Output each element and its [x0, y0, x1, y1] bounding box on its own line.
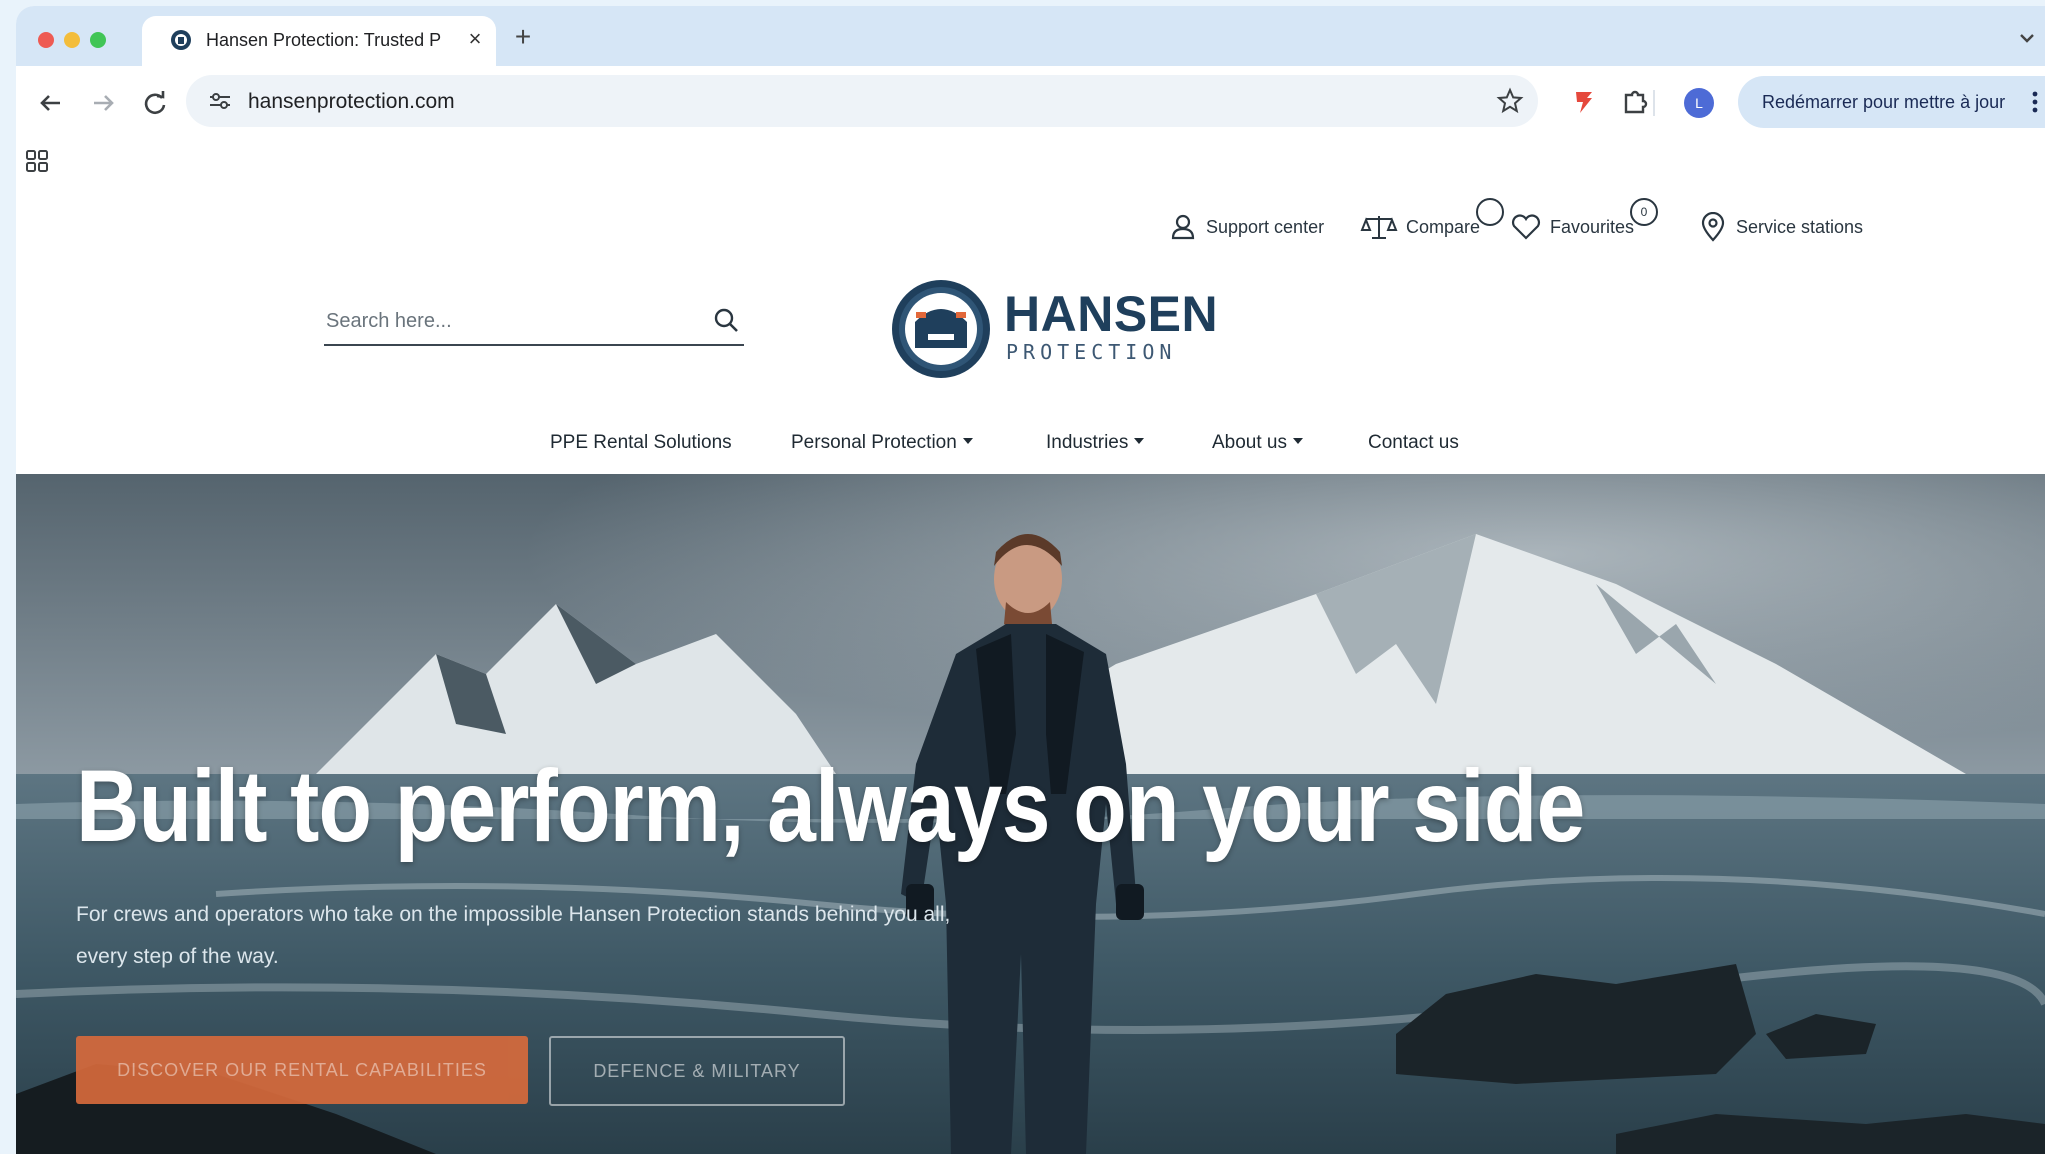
compare-label: Compare	[1406, 216, 1481, 237]
bookmarks-bar	[16, 138, 2045, 187]
back-arrow-icon[interactable]	[34, 86, 68, 120]
site-settings-icon[interactable]	[208, 91, 232, 111]
nav-about-us[interactable]: About us	[1212, 432, 1303, 454]
browser-window: Hansen Protection: Trusted P × + hansenp…	[16, 6, 2045, 1154]
service-stations-link[interactable]: Service stations	[1698, 212, 1863, 242]
reload-icon[interactable]	[138, 86, 172, 120]
browser-tab-active[interactable]: Hansen Protection: Trusted P ×	[142, 16, 496, 66]
hero-title: Built to perform, always on your side	[76, 749, 1585, 863]
compare-scale-icon	[1360, 216, 1398, 239]
tab-title: Hansen Protection: Trusted P	[206, 30, 442, 50]
chevron-down-icon	[962, 438, 973, 444]
search-icon[interactable]	[712, 306, 740, 334]
close-window-button[interactable]	[38, 32, 54, 48]
support-center-label: Support center	[1206, 216, 1325, 237]
toolbar-separator	[1653, 90, 1655, 116]
nav-ppe-rental[interactable]: PPE Rental Solutions	[550, 432, 732, 454]
browser-menu-icon[interactable]	[2031, 90, 2039, 114]
service-stations-label: Service stations	[1736, 216, 1864, 237]
forward-arrow-icon[interactable]	[86, 86, 120, 120]
defence-military-button[interactable]: Defence & military	[549, 1036, 845, 1106]
site-search	[324, 300, 744, 346]
nav-industries-label: Industries	[1046, 432, 1129, 453]
url-text: hansenprotection.com	[248, 90, 455, 113]
minimize-window-button[interactable]	[64, 32, 80, 48]
favourites-link[interactable]: Favourites	[1510, 212, 1634, 242]
location-pin-icon	[1701, 212, 1725, 242]
favourites-count-badge: 0	[1630, 198, 1658, 226]
extension-pin-icon[interactable]	[1568, 86, 1600, 118]
tab-close-icon[interactable]: ×	[460, 24, 490, 54]
chevron-down-icon	[1293, 438, 1303, 444]
tab-search-chevron-icon[interactable]	[2015, 26, 2039, 50]
browser-toolbar: hansenprotection.com L Redémarrer pour m…	[16, 66, 2045, 138]
compare-count-badge	[1476, 198, 1504, 226]
new-tab-button[interactable]: +	[506, 20, 540, 54]
bookmark-star-icon[interactable]	[1496, 87, 1524, 115]
compare-link[interactable]: Compare	[1360, 212, 1480, 242]
logo-wordmark: HANSEN	[1004, 286, 1219, 342]
tab-strip: Hansen Protection: Trusted P × +	[16, 6, 2045, 66]
discover-rental-button[interactable]: Discover our rental capabilities	[76, 1036, 528, 1104]
chevron-down-icon	[1134, 438, 1145, 444]
search-input[interactable]	[324, 304, 688, 338]
website: Support center Compare Favourites 0 Serv…	[16, 186, 2045, 1154]
profile-avatar[interactable]: L	[1684, 88, 1714, 118]
nav-personal-protection[interactable]: Personal Protection	[791, 432, 973, 454]
nav-contact-us[interactable]: Contact us	[1368, 432, 1459, 454]
hero-banner: Built to perform, always on your side Fo…	[16, 474, 2045, 1154]
hero-subtitle: For crews and operators who take on the …	[76, 903, 951, 968]
address-bar[interactable]: hansenprotection.com	[186, 75, 1538, 127]
support-user-icon	[1171, 214, 1195, 240]
logo-subtitle: PROTECTION	[1006, 340, 1177, 364]
relaunch-update-button[interactable]: Redémarrer pour mettre à jour	[1738, 76, 2045, 128]
extensions-puzzle-icon[interactable]	[1619, 86, 1651, 118]
support-center-link[interactable]: Support center	[1168, 212, 1324, 242]
nav-personal-protection-label: Personal Protection	[791, 432, 957, 453]
nav-about-us-label: About us	[1212, 432, 1287, 453]
nav-industries[interactable]: Industries	[1046, 432, 1145, 454]
heart-icon	[1511, 214, 1541, 240]
maximize-window-button[interactable]	[90, 32, 106, 48]
relaunch-update-label: Redémarrer pour mettre à jour	[1762, 92, 2006, 112]
main-navigation: PPE Rental Solutions Personal Protection…	[16, 414, 2045, 474]
site-favicon-icon	[171, 30, 191, 50]
hansen-emblem-icon	[892, 280, 990, 378]
apps-grid-icon[interactable]	[24, 148, 50, 174]
favourites-label: Favourites	[1550, 216, 1635, 237]
hansen-logo[interactable]: HANSEN PROTECTION	[890, 278, 1218, 382]
